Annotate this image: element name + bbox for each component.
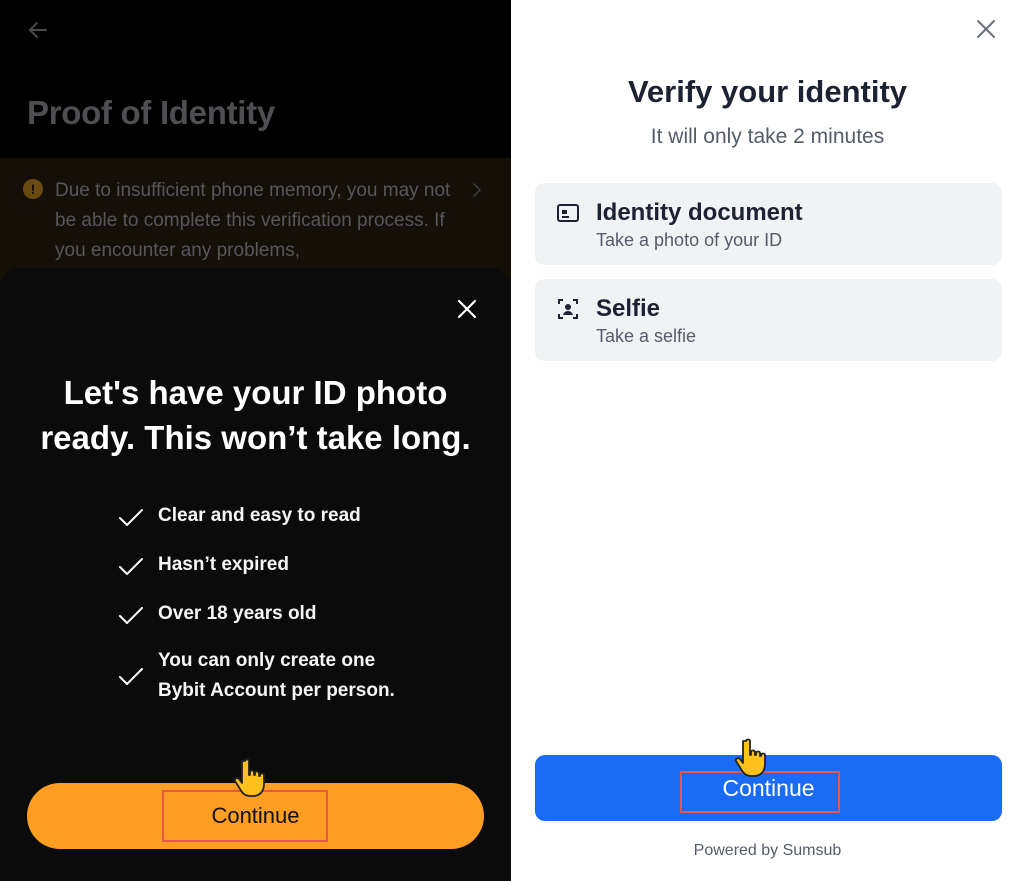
selfie-frame-icon [558,299,578,319]
check-icon [119,607,143,624]
id-card-icon [557,204,579,222]
verify-subtitle: It will only take 2 minutes [650,125,885,148]
warning-icon: ! [23,179,43,199]
verify-title: Verify your identity [627,74,908,109]
back-arrow-icon[interactable] [26,18,50,42]
step-identity-document[interactable]: Identity document Take a photo of your I… [535,183,1002,265]
pointing-hand-icon [734,738,766,777]
step-title: Identity document [596,199,803,226]
checklist-label: Over 18 years old [158,603,317,624]
powered-by-footer: Powered by Sumsub [693,842,842,859]
bybit-identity-panel: Proof of Identity ! Due to insufficient … [0,0,511,881]
checklist-label: You can only create one Bybit Account pe… [158,650,395,701]
checklist-label: Hasn’t expired [158,554,289,575]
step-subtitle: Take a selfie [596,326,697,346]
chevron-right-icon[interactable] [470,181,484,199]
step-selfie[interactable]: Selfie Take a selfie [535,279,1002,361]
sheet-heading: Let's have your ID photo ready. This won… [40,374,471,456]
step-subtitle: Take a photo of your ID [596,230,783,250]
check-icon [119,558,143,575]
continue-button[interactable]: Continue [535,755,1002,821]
checklist-label: Clear and easy to read [158,505,361,526]
pointing-hand-icon [233,758,265,797]
continue-button-label: Continue [722,775,815,801]
page-title: Proof of Identity [27,94,275,131]
close-icon[interactable] [455,297,479,321]
continue-button-label: Continue [211,803,300,828]
check-icon [119,509,143,526]
check-icon [119,668,143,685]
close-icon[interactable] [975,18,997,40]
step-title: Selfie [596,295,661,322]
warning-text: Due to insufficient phone memory, you ma… [55,180,451,261]
